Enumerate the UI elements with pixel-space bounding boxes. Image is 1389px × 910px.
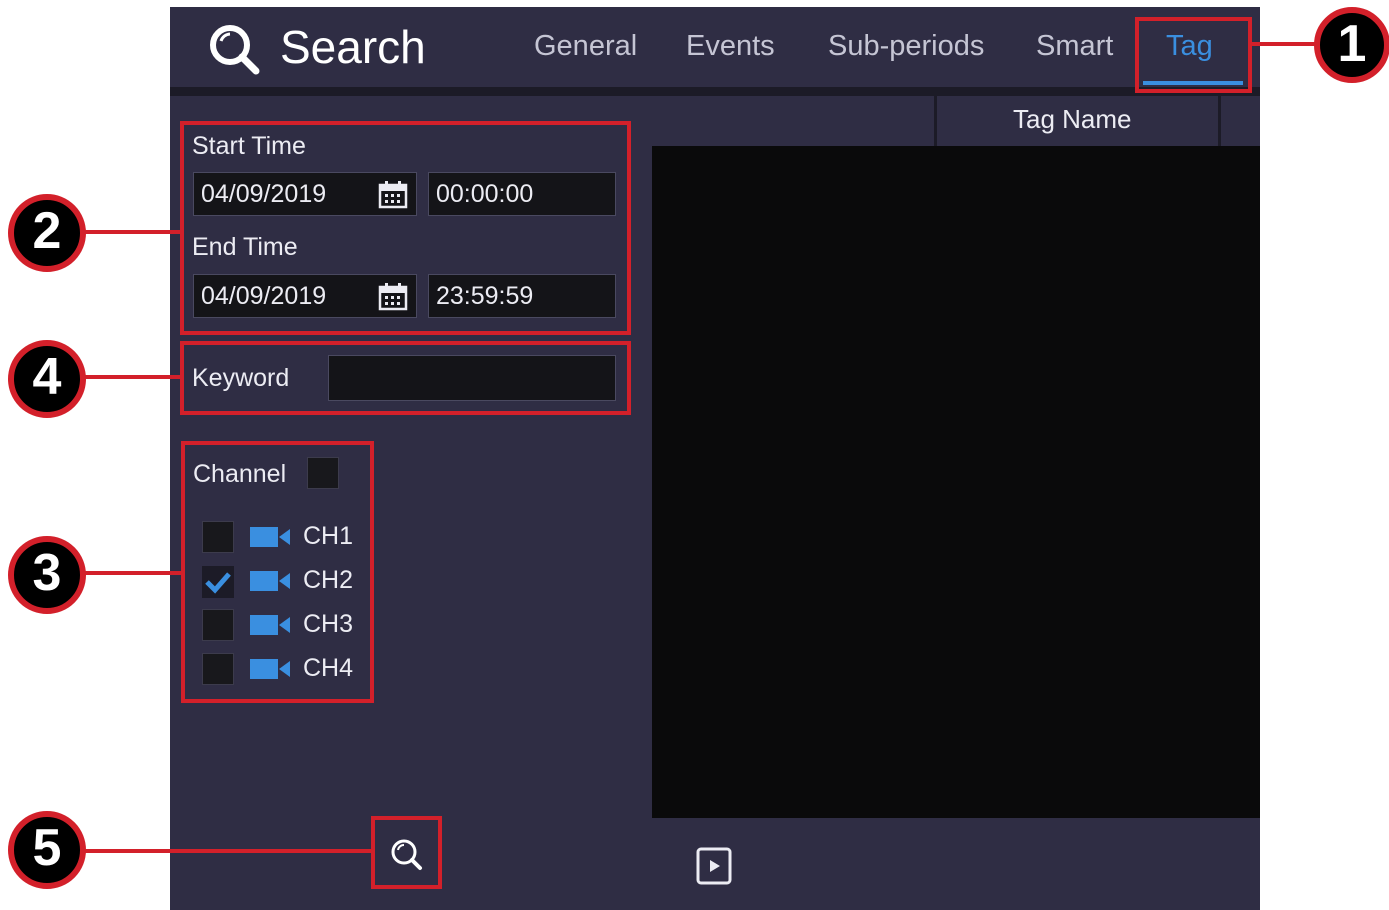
tab-sub-periods[interactable]: Sub-periods xyxy=(828,29,984,63)
play-button[interactable] xyxy=(696,847,732,885)
play-icon xyxy=(696,847,732,885)
callout-marker-2: 2 xyxy=(8,194,86,272)
callout-box-channels xyxy=(181,441,374,703)
callout-box-time-range xyxy=(180,121,631,335)
column-separator xyxy=(934,96,937,146)
results-panel xyxy=(642,96,1260,910)
callout-box-tag-tab xyxy=(1135,17,1252,93)
tab-events[interactable]: Events xyxy=(686,29,775,63)
callout-marker-3: 3 xyxy=(8,536,86,614)
panel-divider xyxy=(642,96,652,910)
tab-smart[interactable]: Smart xyxy=(1036,29,1113,63)
column-header-extra xyxy=(1221,96,1260,146)
callout-connector xyxy=(84,571,181,575)
page-title: Search xyxy=(280,21,426,73)
callout-marker-4: 4 xyxy=(8,340,86,418)
tab-general[interactable]: General xyxy=(534,29,637,63)
callout-connector xyxy=(84,230,180,234)
callout-box-keyword xyxy=(180,341,631,415)
header-divider xyxy=(170,87,1260,96)
search-icon xyxy=(210,25,260,75)
playback-bar xyxy=(642,818,1260,910)
header-bar: Search General Events Sub-periods Smart … xyxy=(170,7,1260,87)
callout-connector xyxy=(1252,42,1322,46)
column-header-blank xyxy=(652,96,934,146)
callout-marker-5: 5 xyxy=(8,811,86,889)
callout-box-search-button xyxy=(371,816,442,889)
callout-connector xyxy=(84,849,371,853)
callout-marker-1: 1 xyxy=(1314,7,1389,83)
callout-connector xyxy=(84,375,180,379)
column-header-tag-name[interactable]: Tag Name xyxy=(1013,104,1132,134)
